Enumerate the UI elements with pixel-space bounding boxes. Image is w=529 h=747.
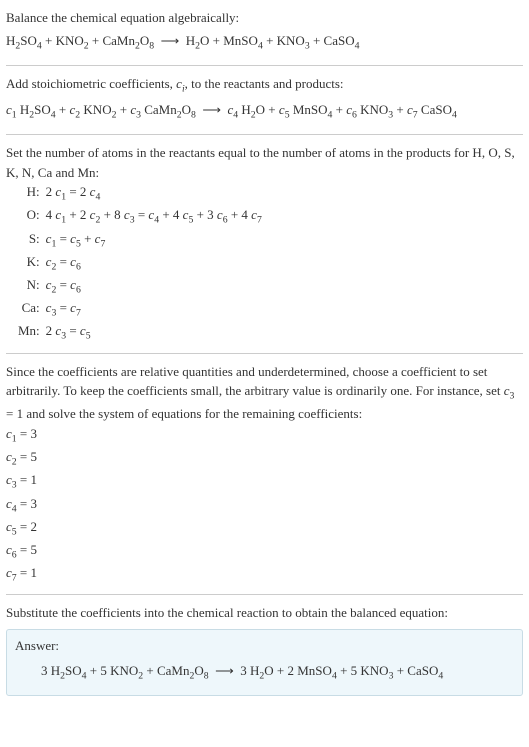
eq-value: 2 c3 = c5 [46, 321, 262, 344]
ci-symbol: ci [176, 76, 185, 91]
eq-label: N: [18, 275, 46, 298]
coef-item: c6 = 5 [6, 540, 523, 563]
eq-value: c2 = c6 [46, 275, 262, 298]
coef-item: c2 = 5 [6, 447, 523, 470]
intro-text-3: Set the number of atoms in the reactants… [6, 143, 523, 182]
divider [6, 353, 523, 354]
intro-text-1: Balance the chemical equation algebraica… [6, 8, 523, 28]
eq-label: Ca: [18, 298, 46, 321]
reaction-with-coefs: c1 H2SO4 + c2 KNO2 + c3 CaMn2O8 ⟶ c4 H2O… [6, 97, 523, 126]
coef-item: c4 = 3 [6, 494, 523, 517]
balanced-equation: 3 H2SO4 + 5 KNO2 + CaMn2O8 ⟶ 3 H2O + 2 M… [15, 661, 514, 684]
eq-label: O: [18, 205, 46, 228]
coef-item: c3 = 1 [6, 470, 523, 493]
eq-value: 2 c1 = 2 c4 [46, 182, 262, 205]
divider [6, 134, 523, 135]
divider [6, 594, 523, 595]
answer-box: Answer: 3 H2SO4 + 5 KNO2 + CaMn2O8 ⟶ 3 H… [6, 629, 523, 696]
intro-text-2a: Add stoichiometric coefficients, [6, 76, 176, 91]
eq-label: S: [18, 229, 46, 252]
eq-value: 4 c1 + 2 c2 + 8 c3 = c4 + 4 c5 + 3 c6 + … [46, 205, 262, 228]
coef-item: c7 = 1 [6, 563, 523, 586]
intro-text-2b: , to the reactants and products: [185, 76, 344, 91]
eq-label: Mn: [18, 321, 46, 344]
eq-label: K: [18, 252, 46, 275]
atom-equations: H:2 c1 = 2 c4 O:4 c1 + 2 c2 + 8 c3 = c4 … [18, 182, 262, 345]
eq-value: c1 = c5 + c7 [46, 229, 262, 252]
intro-text-4: Since the coefficients are relative quan… [6, 362, 523, 424]
eq-label: H: [18, 182, 46, 205]
coefficient-list: c1 = 3 c2 = 5 c3 = 1 c4 = 3 c5 = 2 c6 = … [6, 424, 523, 587]
intro-text-2: Add stoichiometric coefficients, ci, to … [6, 74, 523, 97]
intro-text-5: Substitute the coefficients into the che… [6, 603, 523, 623]
divider [6, 65, 523, 66]
coef-item: c1 = 3 [6, 424, 523, 447]
eq-value: c2 = c6 [46, 252, 262, 275]
answer-label: Answer: [15, 636, 514, 656]
coef-item: c5 = 2 [6, 517, 523, 540]
reaction-unbalanced: H2SO4 + KNO2 + CaMn2O8 ⟶ H2O + MnSO4 + K… [6, 28, 523, 57]
eq-value: c3 = c7 [46, 298, 262, 321]
